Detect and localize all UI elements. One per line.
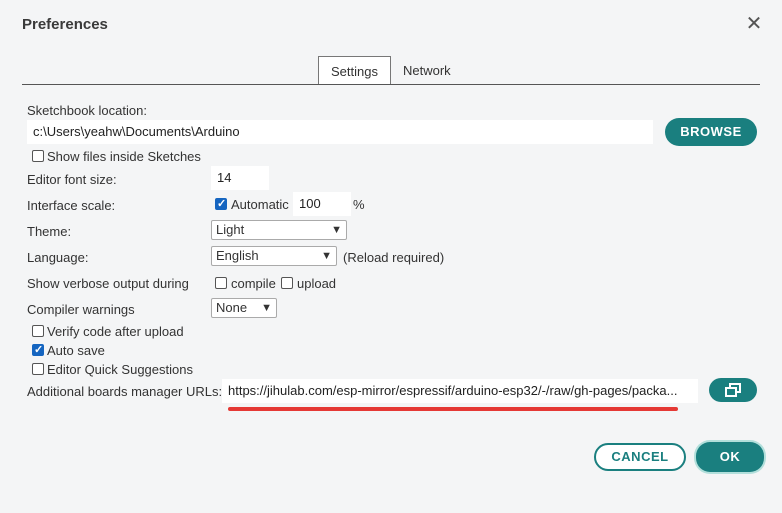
tab-network[interactable]: Network <box>391 56 463 84</box>
verbose-label: Show verbose output during <box>27 276 189 291</box>
font-size-input[interactable]: 14 <box>211 166 269 190</box>
scale-unit: % <box>353 197 365 212</box>
show-files-label: Show files inside Sketches <box>47 149 201 164</box>
verify-checkbox[interactable] <box>32 325 44 337</box>
font-size-label: Editor font size: <box>27 172 117 187</box>
compiler-warnings-label: Compiler warnings <box>27 302 135 317</box>
language-select[interactable]: English ▼ <box>211 246 337 266</box>
close-icon[interactable]: ✕ <box>744 14 764 34</box>
compile-label: compile <box>231 276 276 291</box>
sketchbook-input[interactable]: c:\Users\yeahw\Documents\Arduino <box>27 120 653 144</box>
automatic-label: Automatic <box>231 197 289 212</box>
verify-label: Verify code after upload <box>47 324 184 339</box>
boards-urls-input[interactable]: https://jihulab.com/esp-mirror/espressif… <box>222 379 698 403</box>
cancel-button[interactable]: CANCEL <box>594 443 686 471</box>
theme-selected: Light <box>216 222 245 237</box>
compiler-warnings-select[interactable]: None ▼ <box>211 298 277 318</box>
automatic-checkbox[interactable] <box>215 198 227 210</box>
scale-input[interactable]: 100 <box>293 192 351 216</box>
chevron-down-icon: ▼ <box>331 224 342 236</box>
boards-urls-label: Additional boards manager URLs: <box>27 384 223 399</box>
show-files-checkbox[interactable] <box>32 150 44 162</box>
quick-suggestions-checkbox[interactable] <box>32 363 44 375</box>
chevron-down-icon: ▼ <box>321 250 332 262</box>
auto-save-label: Auto save <box>47 343 105 358</box>
theme-label: Theme: <box>27 224 72 239</box>
compile-checkbox[interactable] <box>215 277 227 289</box>
open-window-icon <box>725 383 741 397</box>
tab-settings[interactable]: Settings <box>318 56 391 85</box>
compiler-warnings-selected: None <box>216 300 248 315</box>
ok-button[interactable]: OK <box>696 442 764 472</box>
browse-button[interactable]: BROWSE <box>665 118 757 146</box>
auto-save-checkbox[interactable] <box>32 344 44 356</box>
upload-label: upload <box>297 276 337 291</box>
open-window-button[interactable] <box>709 378 757 402</box>
language-selected: English <box>216 248 259 263</box>
tab-divider <box>22 84 760 85</box>
theme-select[interactable]: Light ▼ <box>211 220 347 240</box>
dialog-title: Preferences <box>22 16 108 33</box>
reload-note: (Reload required) <box>343 250 445 265</box>
sketchbook-label: Sketchbook location: <box>27 103 147 118</box>
language-label: Language: <box>27 250 89 265</box>
interface-scale-label: Interface scale: <box>27 198 116 213</box>
quick-suggestions-label: Editor Quick Suggestions <box>47 362 193 377</box>
upload-checkbox[interactable] <box>281 277 293 289</box>
chevron-down-icon: ▼ <box>261 302 272 314</box>
red-underline <box>228 407 678 411</box>
